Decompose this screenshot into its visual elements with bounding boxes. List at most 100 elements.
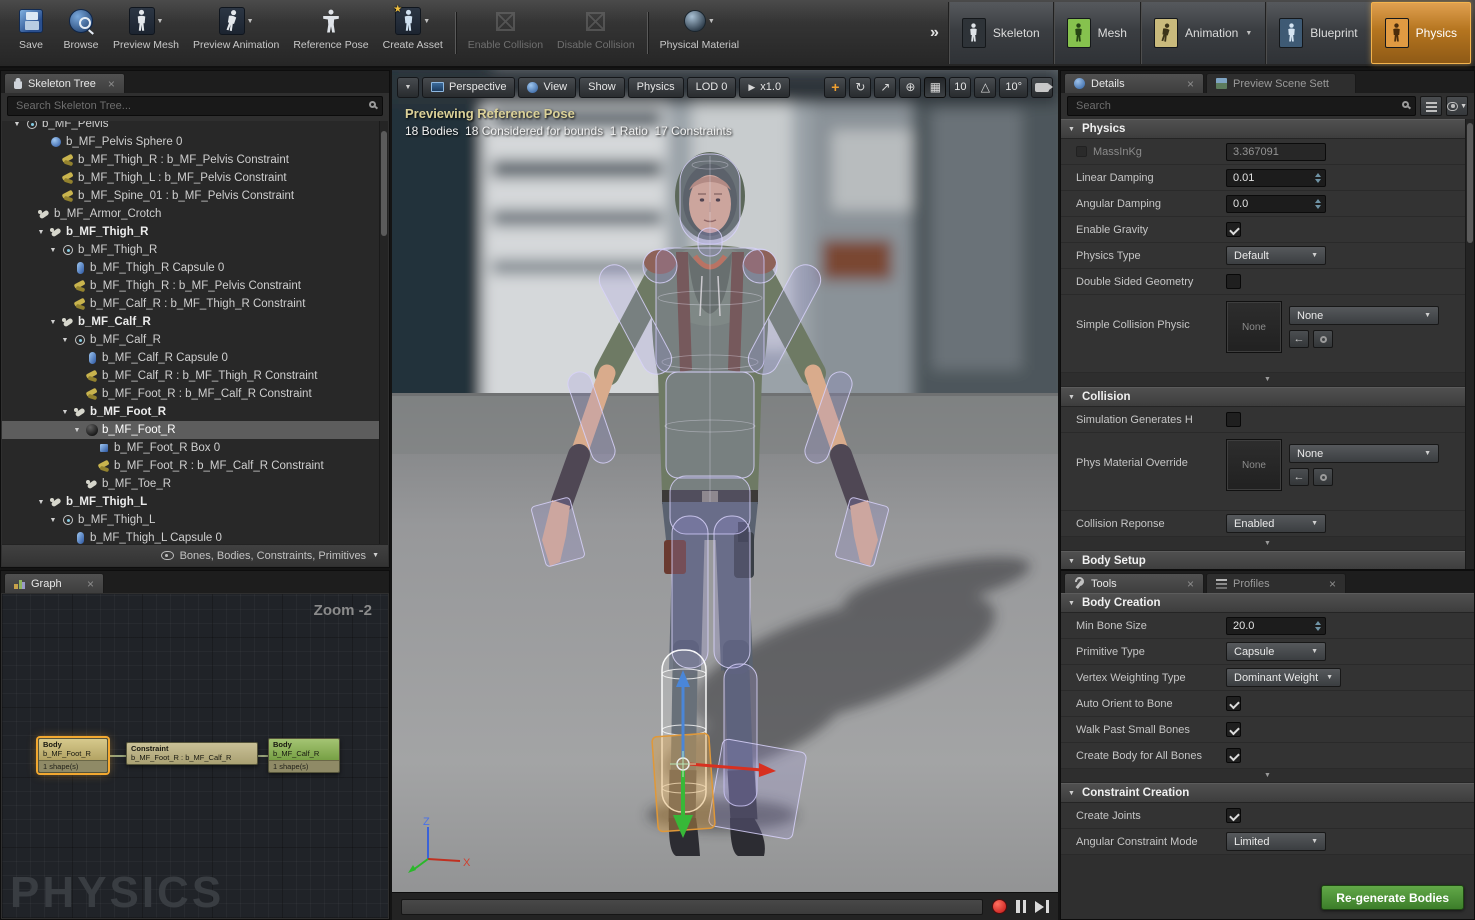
graph-node-body-foot[interactable]: Body b_MF_Foot_R 1 shape(s) [38,738,108,773]
mode-mesh[interactable]: Mesh [1053,2,1140,64]
advanced-expander[interactable]: ▼ [1061,373,1474,387]
auto-orient-checkbox[interactable] [1226,696,1241,711]
viewport-options-button[interactable]: ▼ [397,77,419,98]
expand-arrow-icon[interactable]: ▼ [12,121,22,128]
close-icon[interactable]: × [1187,78,1194,90]
min-bone-size-input[interactable]: 20.0 [1226,617,1326,635]
skeleton-tree[interactable]: ▼b_MF_Pelvis b_MF_Pelvis Sphere 0 b_MF_T… [2,121,388,544]
mode-animation[interactable]: Animation ▼ [1140,2,1265,64]
section-body-setup[interactable]: ▼ Body Setup [1061,551,1474,570]
tree-row[interactable]: ▼b_MF_Pelvis [2,121,388,133]
expand-arrow-icon[interactable]: ▼ [48,247,58,254]
tree-row-selected[interactable]: ▼b_MF_Foot_R [2,421,388,439]
tree-row[interactable]: ▼b_MF_Thigh_R [2,241,388,259]
tree-row[interactable]: b_MF_Thigh_L Capsule 0 [2,529,388,544]
section-constraint-creation[interactable]: ▼ Constraint Creation [1061,783,1474,803]
tree-scrollbar-thumb[interactable] [381,131,387,236]
tree-row[interactable]: ▼b_MF_Foot_R [2,403,388,421]
close-icon[interactable]: × [1187,578,1194,590]
tree-row[interactable]: b_MF_Thigh_R : b_MF_Pelvis Constraint [2,151,388,169]
tab-graph[interactable]: Graph × [4,573,104,593]
graph-node-constraint[interactable]: Constraint b_MF_Foot_R : b_MF_Calf_R [126,742,258,765]
browse-button[interactable]: Browse [56,2,106,64]
skeleton-search-input[interactable] [7,96,383,116]
tree-filter-footer[interactable]: Bones, Bodies, Constraints, Primitives ▼ [2,544,388,566]
double-sided-checkbox[interactable] [1226,274,1241,289]
simple-collision-dropdown[interactable]: None▼ [1289,306,1439,325]
timeline-scrubber[interactable] [401,899,983,915]
grid-snap-toggle[interactable]: ▦ [924,77,946,98]
enable-collision-button[interactable]: Enable Collision [461,2,550,64]
tree-row[interactable]: ▼b_MF_Calf_R [2,331,388,349]
save-button[interactable]: Save [6,2,56,64]
use-selected-asset-button[interactable]: ← [1289,330,1309,348]
mode-physics[interactable]: Physics [1371,2,1471,64]
tree-row[interactable]: b_MF_Thigh_R Capsule 0 [2,259,388,277]
advanced-expander[interactable]: ▼ [1061,537,1474,551]
sim-generates-checkbox[interactable] [1226,412,1241,427]
section-collision[interactable]: ▼ Collision [1061,387,1474,407]
tree-row[interactable]: ▼b_MF_Thigh_R [2,223,388,241]
tree-row[interactable]: b_MF_Armor_Crotch [2,205,388,223]
create-joints-checkbox[interactable] [1226,808,1241,823]
tree-row[interactable]: b_MF_Thigh_L : b_MF_Pelvis Constraint [2,169,388,187]
grid-snap-value-button[interactable]: 10 [949,77,971,98]
disable-collision-button[interactable]: Disable Collision [550,2,642,64]
section-body-creation[interactable]: ▼ Body Creation [1061,593,1474,613]
tree-row[interactable]: ▼b_MF_Thigh_L [2,493,388,511]
expand-arrow-icon[interactable]: ▼ [36,499,46,506]
tree-row[interactable]: b_MF_Calf_R Capsule 0 [2,349,388,367]
graph-node-body-calf[interactable]: Body b_MF_Calf_R 1 shape(s) [268,738,340,773]
tree-row[interactable]: ▼b_MF_Calf_R [2,313,388,331]
details-scrollbar[interactable] [1465,119,1474,569]
playback-speed-button[interactable]: ▶x1.0 [739,77,790,98]
tab-preview-scene-settings[interactable]: Preview Scene Sett [1206,73,1356,93]
browse-asset-button[interactable] [1313,330,1333,348]
show-button[interactable]: Show [579,77,625,98]
tree-row[interactable]: b_MF_Toe_R [2,475,388,493]
translate-tool-button[interactable]: + [824,77,846,98]
viewport[interactable]: ▼ Perspective View Show Physics LOD 0 ▶x… [392,70,1058,920]
spinner-icon[interactable] [1315,173,1323,183]
expand-arrow-icon[interactable]: ▼ [36,229,46,236]
scale-tool-button[interactable]: ↗ [874,77,896,98]
graph-canvas[interactable]: Zoom -2 Body b_MF_Foot_R 1 shape(s) Cons… [2,594,388,918]
preview-animation-button[interactable]: ▼ Preview Animation [186,2,286,64]
tab-tools[interactable]: Tools × [1064,573,1204,593]
create-body-checkbox[interactable] [1226,748,1241,763]
tree-row[interactable]: b_MF_Pelvis Sphere 0 [2,133,388,151]
tree-row[interactable]: b_MF_Foot_R : b_MF_Calf_R Constraint [2,385,388,403]
chevron-down-icon[interactable]: ▼ [157,18,164,25]
viewport-scene[interactable] [392,70,1058,920]
create-asset-button[interactable]: ★ ▼ Create Asset [376,2,450,64]
world-local-toggle[interactable]: ⊕ [899,77,921,98]
enable-gravity-checkbox[interactable] [1226,222,1241,237]
tree-row[interactable]: b_MF_Spine_01 : b_MF_Pelvis Constraint [2,187,388,205]
mode-skeleton[interactable]: Skeleton [948,2,1053,64]
collision-response-dropdown[interactable]: Enabled▼ [1226,514,1326,533]
camera-speed-button[interactable] [1031,77,1053,98]
chevron-down-icon[interactable]: ▼ [1245,30,1252,37]
angular-mode-dropdown[interactable]: Limited▼ [1226,832,1326,851]
property-matrix-button[interactable] [1420,96,1442,116]
physical-material-button[interactable]: ▼ Physical Material [653,2,746,64]
edit-condition-checkbox[interactable] [1076,146,1087,157]
rotation-snap-value-button[interactable]: 10° [999,77,1028,98]
tree-row[interactable]: b_MF_Foot_R : b_MF_Calf_R Constraint [2,457,388,475]
phys-material-thumbnail[interactable]: None [1226,439,1282,491]
tab-skeleton-tree[interactable]: Skeleton Tree × [4,73,125,93]
expand-arrow-icon[interactable]: ▼ [48,517,58,524]
phys-material-dropdown[interactable]: None▼ [1289,444,1439,463]
browse-asset-button[interactable] [1313,468,1333,486]
rotation-snap-toggle[interactable]: △ [974,77,996,98]
mass-input[interactable]: 3.367091 [1226,143,1326,161]
use-selected-asset-button[interactable]: ← [1289,468,1309,486]
close-icon[interactable]: × [1329,578,1336,590]
physics-menu-button[interactable]: Physics [628,77,684,98]
close-icon[interactable]: × [87,578,94,590]
spinner-icon[interactable] [1315,199,1323,209]
tree-row[interactable]: b_MF_Thigh_R : b_MF_Pelvis Constraint [2,277,388,295]
view-options-button[interactable]: ▼ [1446,96,1468,116]
chevron-down-icon[interactable]: ▼ [708,18,715,25]
mode-blueprint[interactable]: Blueprint [1265,2,1370,64]
